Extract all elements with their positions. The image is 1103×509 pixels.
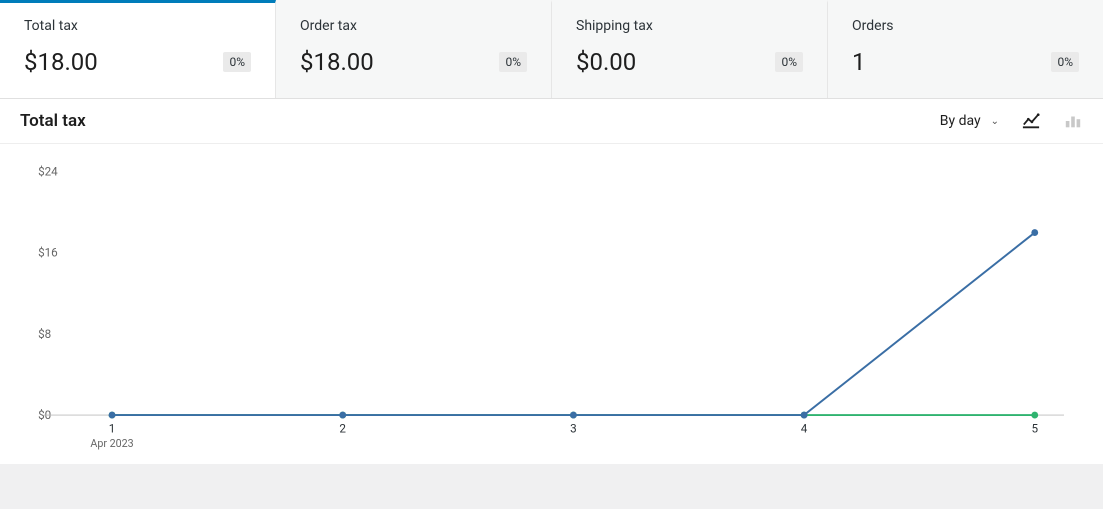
stat-value-row: 1 0% [852, 48, 1079, 76]
data-point[interactable] [1031, 229, 1038, 236]
bar-chart-icon [1064, 112, 1082, 130]
stat-value: $18.00 [24, 48, 98, 76]
stat-label: Orders [852, 18, 1079, 34]
data-point[interactable] [801, 412, 808, 419]
chart-header: Total tax By day ⌄ [0, 99, 1103, 144]
chart: $0$8$16$24 12345 Apr 2023 [0, 144, 1103, 464]
svg-text:$16: $16 [38, 246, 58, 260]
line-chart-button[interactable] [1021, 111, 1041, 131]
stat-card-shipping-tax[interactable]: Shipping tax $0.00 0% [552, 0, 828, 98]
line-chart-icon [1022, 112, 1040, 130]
stat-value: $18.00 [300, 48, 374, 76]
svg-text:3: 3 [570, 422, 577, 436]
stat-cards-row: Total tax $18.00 0% Order tax $18.00 0% … [0, 0, 1103, 99]
stat-value: $0.00 [576, 48, 636, 76]
svg-text:1: 1 [109, 422, 116, 436]
data-point[interactable] [1031, 412, 1038, 419]
interval-label: By day [940, 113, 981, 129]
series-line [112, 233, 1035, 415]
stat-badge: 0% [775, 52, 803, 72]
stat-badge: 0% [1051, 52, 1079, 72]
svg-text:$8: $8 [38, 327, 51, 341]
svg-text:4: 4 [801, 422, 808, 436]
stat-card-order-tax[interactable]: Order tax $18.00 0% [276, 0, 552, 98]
stat-badge: 0% [499, 52, 527, 72]
stat-badge: 0% [223, 52, 251, 72]
stat-value-row: $18.00 0% [24, 48, 251, 76]
chevron-down-icon: ⌄ [991, 116, 999, 127]
stat-card-orders[interactable]: Orders 1 0% [828, 0, 1103, 98]
interval-select[interactable]: By day ⌄ [940, 113, 999, 129]
stat-value: 1 [852, 48, 866, 76]
stat-label: Total tax [24, 18, 251, 34]
bar-chart-button[interactable] [1063, 111, 1083, 131]
data-point[interactable] [109, 412, 116, 419]
chart-svg: $0$8$16$24 12345 Apr 2023 [20, 162, 1083, 454]
stat-card-total-tax[interactable]: Total tax $18.00 0% [0, 0, 276, 98]
svg-text:Apr 2023: Apr 2023 [90, 437, 133, 450]
data-point[interactable] [570, 412, 577, 419]
svg-text:$24: $24 [38, 165, 58, 179]
dashboard: Total tax $18.00 0% Order tax $18.00 0% … [0, 0, 1103, 464]
stat-label: Order tax [300, 18, 527, 34]
stat-value-row: $0.00 0% [576, 48, 803, 76]
stat-label: Shipping tax [576, 18, 803, 34]
data-point[interactable] [339, 412, 346, 419]
chart-title: Total tax [20, 111, 86, 131]
chart-controls: By day ⌄ [940, 111, 1083, 131]
svg-text:2: 2 [339, 422, 346, 436]
stat-value-row: $18.00 0% [300, 48, 527, 76]
svg-text:5: 5 [1031, 422, 1038, 436]
